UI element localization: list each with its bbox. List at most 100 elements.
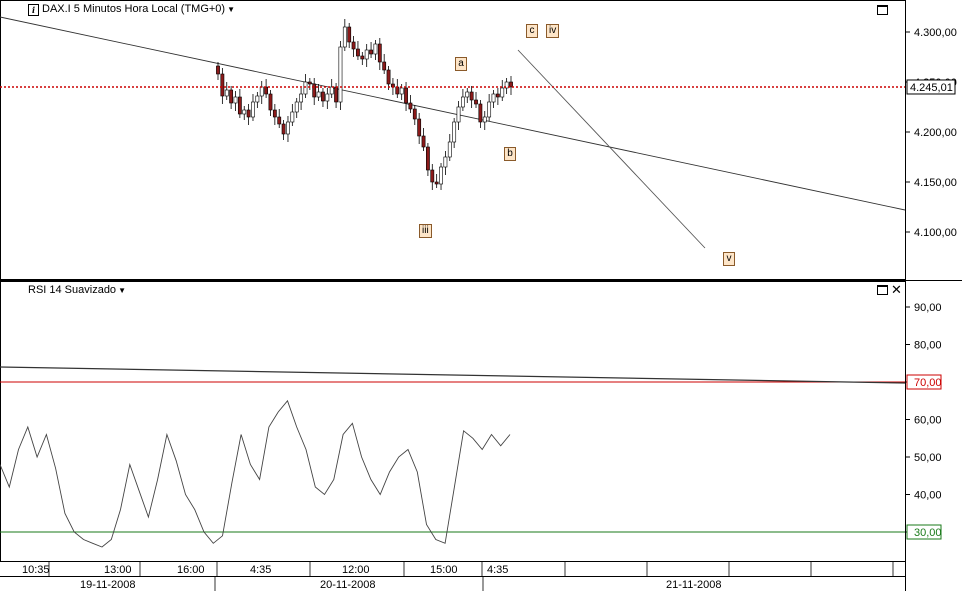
rsi-trendline: [0, 366, 906, 384]
candle-body: [426, 146, 430, 171]
candle-body: [500, 87, 505, 98]
chevron-down-icon[interactable]: ▼: [118, 286, 126, 295]
candle-body: [277, 116, 282, 125]
price-tick-label: 4.200,00: [914, 127, 957, 139]
candle-body: [299, 93, 303, 103]
candle-body: [404, 87, 408, 104]
candle-body: [447, 141, 452, 158]
price-panel-title-text: DAX.I 5 Minutos Hora Local (TMG+0): [42, 3, 226, 15]
candle-body: [417, 118, 422, 137]
candle-body: [233, 96, 238, 104]
time-tick-label: 10:35: [22, 564, 50, 576]
candle-body: [377, 43, 382, 63]
rsi-panel-title[interactable]: RSI 14 Suavizado ▼: [28, 284, 126, 296]
candle-body: [312, 83, 317, 98]
candle-body: [216, 65, 220, 75]
candle-body: [237, 96, 242, 115]
price-panel-title[interactable]: DAX.I 5 Minutos Hora Local (TMG+0) ▼: [42, 3, 235, 15]
rsi-tick-label: 50,00: [914, 452, 942, 464]
candle-body: [478, 103, 483, 123]
candle-body: [408, 102, 413, 110]
candle-body: [373, 43, 378, 55]
candle-body: [255, 95, 260, 103]
candle-body: [268, 93, 273, 111]
wave-label-iii: iii: [419, 224, 432, 238]
candle-body: [491, 93, 496, 103]
candle-body: [242, 109, 247, 115]
rsi-panel-title-text: RSI 14 Suavizado: [28, 284, 117, 296]
candle-body: [342, 26, 347, 48]
rsi-tick-label: 60,00: [914, 415, 942, 427]
candle-body: [360, 55, 365, 60]
candle-body: [351, 41, 356, 50]
candle-body: [325, 93, 330, 102]
candle-body: [452, 121, 457, 143]
close-icon[interactable]: ✕: [891, 283, 902, 296]
candle-body: [329, 86, 334, 95]
candle-body: [456, 106, 461, 123]
rsi-panel-frame: [0, 281, 906, 562]
candle-body: [246, 109, 251, 118]
rsi-series-line: [0, 399, 511, 548]
rsi-tick-label: 90,00: [914, 302, 942, 314]
candle-body: [229, 89, 234, 104]
chart-canvas: 4.100,004.150,004.200,004.250,004.300,00…: [0, 0, 962, 591]
date-tick-label: 19-11-2008: [80, 579, 135, 591]
candle-body: [395, 86, 400, 95]
candle-body: [224, 89, 229, 97]
price-tick-label: 4.150,00: [914, 177, 957, 189]
time-tick-label: 4:35: [487, 564, 508, 576]
rsi-tick-label: 80,00: [914, 340, 942, 352]
candle-body: [281, 123, 286, 135]
price-tick-label: 4.100,00: [914, 227, 957, 239]
price-axis: 4.100,004.150,004.200,004.250,004.300,00…: [905, 27, 957, 239]
candle-body: [347, 26, 352, 43]
candle-body: [412, 108, 417, 120]
candle-body: [264, 86, 269, 95]
candle-body: [509, 81, 513, 88]
rsi-tick-label: 40,00: [914, 490, 942, 502]
candle-body: [443, 156, 448, 168]
candle-body: [369, 49, 373, 55]
wave-label-c: c: [526, 24, 538, 38]
date-tick-label: 21-11-2008: [666, 579, 721, 591]
wave-projection-line: [517, 49, 706, 249]
candle-body: [316, 91, 321, 98]
candle-body: [294, 101, 299, 113]
info-icon[interactable]: i: [28, 4, 39, 16]
maximize-icon[interactable]: [877, 5, 888, 15]
candle-body: [272, 109, 277, 118]
candle-body: [286, 121, 290, 135]
candle-body: [220, 73, 225, 97]
wave-label-b: b: [504, 147, 516, 161]
candle-body: [421, 135, 426, 148]
candle-body: [469, 91, 474, 101]
candle-body: [386, 69, 391, 85]
time-tick-label: 4:35: [250, 564, 271, 576]
rsi-tick-label: 30,00: [914, 527, 942, 539]
candle-body: [460, 96, 465, 108]
candle-body: [334, 86, 338, 103]
rsi-tick-label: 70,00: [914, 377, 942, 389]
price-tick-label: 4.300,00: [914, 27, 957, 39]
candle-body: [356, 48, 360, 57]
candlestick-series: [216, 19, 513, 190]
time-tick-label: 12:00: [342, 564, 370, 576]
candle-body: [399, 87, 404, 95]
candle-body: [303, 81, 308, 95]
candle-body: [259, 86, 264, 97]
candle-body: [251, 101, 255, 118]
maximize-icon[interactable]: [877, 285, 888, 295]
date-tick-label: 20-11-2008: [320, 579, 375, 591]
candle-body: [482, 116, 487, 123]
candle-body: [430, 169, 435, 183]
candle-body: [495, 93, 500, 98]
chevron-down-icon[interactable]: ▼: [227, 5, 235, 14]
candle-body: [465, 91, 470, 98]
candle-body: [474, 99, 478, 105]
candle-body: [439, 166, 443, 185]
candle-body: [307, 81, 312, 85]
time-tick-label: 15:00: [430, 564, 458, 576]
wave-label-a: a: [455, 57, 467, 71]
candle-body: [338, 46, 343, 103]
